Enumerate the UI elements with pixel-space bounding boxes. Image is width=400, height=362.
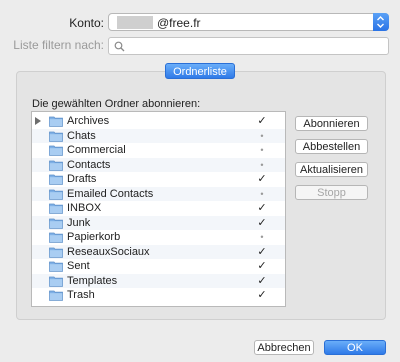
select-arrows-icon[interactable] — [373, 13, 389, 31]
folder-row[interactable]: Emailed Contacts • — [32, 186, 285, 201]
filter-label: Liste filtern nach: — [13, 38, 104, 52]
folder-icon — [49, 247, 63, 258]
subscribe-instruction: Die gewählten Ordner abonnieren: — [32, 98, 201, 110]
folder-row[interactable]: Archives ✓ — [32, 114, 285, 128]
folder-icon — [49, 232, 63, 243]
folder-row[interactable]: ReseauxSociaux ✓ — [32, 244, 285, 259]
folder-name: Emailed Contacts — [67, 187, 154, 200]
folder-name: Commercial — [67, 144, 126, 156]
folder-icon — [49, 218, 63, 229]
account-redacted-part — [117, 16, 153, 29]
account-value: @free.fr — [157, 16, 201, 30]
folder-name: Trash — [67, 289, 95, 301]
subscribe-button[interactable]: Abonnieren — [295, 116, 368, 131]
filter-input[interactable] — [129, 39, 383, 55]
folder-icon — [49, 116, 63, 127]
subscribed-checkmark-icon[interactable]: ✓ — [257, 245, 267, 259]
folder-icon — [49, 145, 63, 156]
folder-icon — [49, 189, 63, 200]
folder-icon — [49, 290, 63, 301]
folder-row[interactable]: Sent ✓ — [32, 259, 285, 273]
unsubscribed-dot-icon[interactable]: • — [257, 129, 267, 143]
folder-row[interactable]: Contacts • — [32, 157, 285, 172]
folder-row[interactable]: INBOX ✓ — [32, 201, 285, 215]
folder-name: INBOX — [67, 202, 102, 214]
folder-name: Junk — [67, 216, 91, 229]
folder-name: Chats — [67, 129, 96, 142]
folder-row[interactable]: Junk ✓ — [32, 215, 285, 230]
folder-list[interactable]: Archives ✓ Chats • Commercial • Contacts • Draft… — [31, 111, 286, 307]
account-select[interactable]: @free.fr — [108, 13, 389, 31]
disclosure-triangle-icon[interactable] — [35, 117, 41, 125]
folder-icon — [49, 203, 63, 214]
folder-row[interactable]: Commercial • — [32, 143, 285, 157]
folder-icon — [49, 174, 63, 185]
unsubscribed-dot-icon[interactable]: • — [257, 143, 267, 157]
subscribed-checkmark-icon[interactable]: ✓ — [257, 274, 267, 288]
unsubscribed-dot-icon[interactable]: • — [257, 158, 267, 172]
stop-button[interactable]: Stopp — [295, 185, 368, 200]
ok-button[interactable]: OK — [324, 340, 386, 355]
folder-row[interactable]: Papierkorb • — [32, 230, 285, 244]
subscribed-checkmark-icon[interactable]: ✓ — [257, 259, 267, 273]
folder-name: Papierkorb — [67, 231, 121, 243]
folder-name: Drafts — [67, 173, 97, 185]
unsubscribe-button[interactable]: Abbestellen — [295, 139, 368, 154]
folder-name: ReseauxSociaux — [67, 245, 150, 258]
folder-icon — [49, 131, 63, 142]
subscribed-checkmark-icon[interactable]: ✓ — [257, 172, 267, 186]
subscribed-checkmark-icon[interactable]: ✓ — [257, 114, 267, 128]
folder-name: Contacts — [67, 158, 111, 171]
unsubscribed-dot-icon[interactable]: • — [257, 187, 267, 201]
folder-row[interactable]: Templates ✓ — [32, 273, 285, 288]
subscribed-checkmark-icon[interactable]: ✓ — [257, 288, 267, 302]
folder-name: Templates — [67, 274, 118, 287]
subscribed-checkmark-icon[interactable]: ✓ — [257, 201, 267, 215]
folder-name: Sent — [67, 260, 90, 272]
account-label: Konto: — [69, 16, 104, 30]
folder-row[interactable]: Drafts ✓ — [32, 172, 285, 186]
subscribed-checkmark-icon[interactable]: ✓ — [257, 216, 267, 230]
cancel-button[interactable]: Abbrechen — [254, 340, 314, 355]
folder-icon — [49, 276, 63, 287]
folder-icon — [49, 261, 63, 272]
folder-name: Archives — [67, 115, 110, 127]
unsubscribed-dot-icon[interactable]: • — [257, 230, 267, 244]
search-icon — [114, 41, 125, 52]
filter-field[interactable] — [108, 37, 389, 55]
tab-folder-list[interactable]: Ordnerliste — [165, 63, 235, 79]
refresh-button[interactable]: Aktualisieren — [295, 162, 368, 177]
folder-row[interactable]: Trash ✓ — [32, 288, 285, 302]
folder-row[interactable]: Chats • — [32, 128, 285, 143]
folder-icon — [49, 160, 63, 171]
